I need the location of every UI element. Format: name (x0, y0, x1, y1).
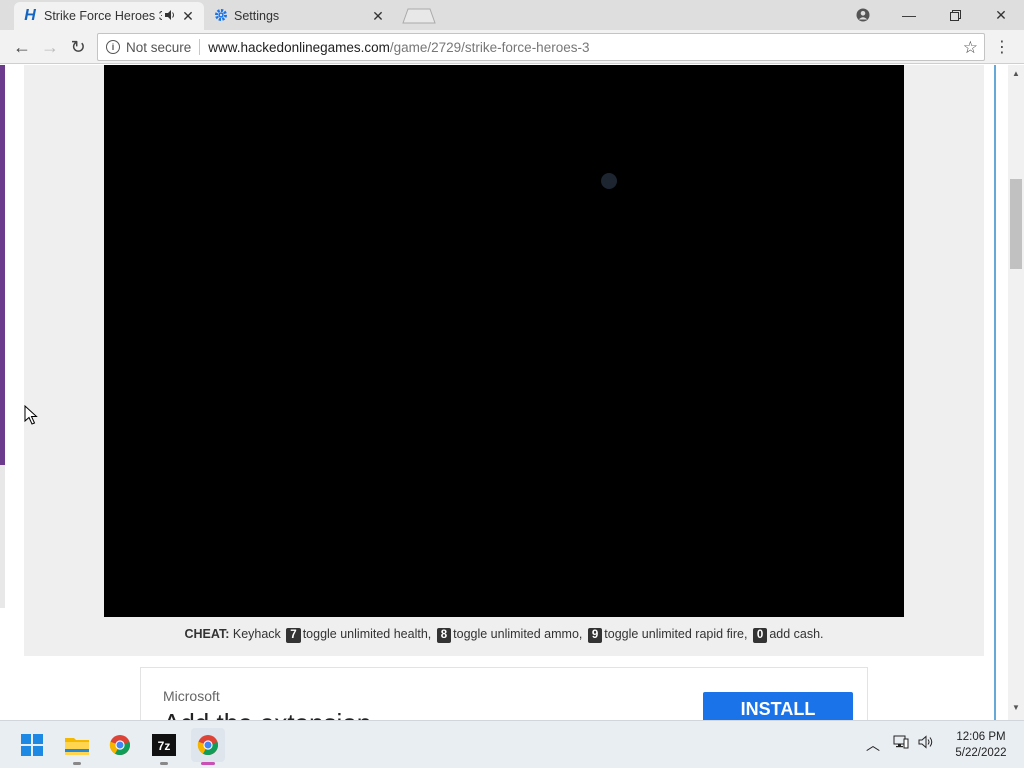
close-tab-icon[interactable]: ✕ (370, 8, 386, 25)
right-accent-strip (994, 65, 996, 720)
cheat-key: 8 (436, 628, 452, 643)
scroll-down-arrow-icon[interactable]: ▼ (1008, 703, 1024, 715)
site-favicon-icon: H (24, 7, 36, 24)
bookmark-star-icon[interactable]: ☆ (963, 38, 978, 58)
cheat-label: CHEAT: (184, 627, 230, 641)
scroll-up-arrow-icon[interactable]: ▲ (1008, 69, 1024, 81)
tab-strike-force-heroes[interactable]: H Strike Force Heroes 3 ✕ (14, 2, 204, 30)
install-button[interactable]: INSTALL (703, 692, 853, 720)
network-icon[interactable] (893, 735, 909, 752)
clock-date: 5/22/2022 (955, 747, 1007, 759)
cheat-text: add cash. (769, 627, 824, 641)
running-indicator (73, 762, 81, 765)
active-indicator (201, 762, 215, 765)
scroll-thumb[interactable] (1010, 179, 1022, 269)
close-tab-icon[interactable]: ✕ (180, 8, 196, 25)
page-viewport: CHEAT: Keyhack 7 toggle unlimited health,… (0, 65, 1024, 720)
cheat-text: toggle unlimited ammo, (453, 627, 583, 641)
new-tab-button[interactable] (402, 8, 436, 24)
gear-icon (214, 8, 228, 25)
url-path[interactable]: /game/2729/strike-force-heroes-3 (390, 40, 590, 55)
cheat-text: toggle unlimited health, (302, 627, 432, 641)
running-indicator (160, 762, 168, 765)
reload-icon[interactable]: ↻ (66, 35, 90, 59)
chrome-active-icon[interactable] (191, 728, 225, 765)
divider (199, 39, 201, 55)
system-clock[interactable]: 12:06 PM 5/22/2022 (944, 729, 1018, 761)
ad-banner[interactable]: Microsoft Add the extension INSTALL (140, 667, 868, 720)
cheat-key: 7 (286, 628, 301, 643)
windows-start-icon[interactable] (15, 728, 49, 762)
taskbar: 7z ︿ 12:06 PM 5/22/2022 (0, 720, 1024, 768)
cheat-key: 9 (587, 628, 603, 643)
show-hidden-icons-chevron-icon[interactable]: ︿ (866, 735, 880, 755)
loading-indicator (601, 173, 617, 189)
browser-toolbar: ← → ↻ i Not secure www.hackedonlinegames… (0, 30, 1024, 64)
tab-strip: H Strike Force Heroes 3 ✕ Settings ✕ — ✕ (0, 0, 1024, 30)
svg-text:7z: 7z (158, 739, 171, 753)
address-bar[interactable]: i Not secure www.hackedonlinegames.com/g… (97, 33, 985, 61)
restore-icon[interactable] (932, 0, 978, 30)
security-label[interactable]: Not secure (126, 40, 191, 55)
cheat-intro: Keyhack (232, 627, 281, 641)
7zip-icon[interactable]: 7z (147, 728, 181, 765)
side-column (5, 65, 24, 720)
forward-arrow-icon[interactable]: → (38, 35, 62, 59)
info-icon[interactable]: i (106, 40, 120, 54)
cheat-text: toggle unlimited rapid fire, (604, 627, 748, 641)
kebab-menu-icon[interactable]: ⋮ (994, 35, 1010, 59)
file-explorer-icon[interactable] (60, 728, 94, 765)
mouse-cursor-icon (24, 404, 38, 425)
close-window-icon[interactable]: ✕ (978, 0, 1024, 30)
vertical-scrollbar[interactable]: ▲ ▼ (1008, 65, 1024, 720)
game-canvas[interactable] (104, 65, 904, 617)
tab-title: Strike Force Heroes 3 (44, 9, 162, 23)
ad-headline[interactable]: Add the extension (163, 708, 371, 720)
clock-time: 12:06 PM (956, 731, 1006, 743)
chrome-icon[interactable] (103, 728, 137, 762)
profile-icon[interactable] (840, 0, 886, 30)
cheat-instructions: CHEAT: Keyhack 7 toggle unlimited health,… (24, 627, 984, 643)
ad-brand: Microsoft (163, 688, 220, 704)
speaker-icon[interactable] (162, 9, 178, 24)
tab-title: Settings (234, 9, 280, 23)
cheat-key: 0 (752, 628, 768, 643)
tab-settings[interactable]: Settings ✕ (206, 2, 394, 30)
url-host[interactable]: www.hackedonlinegames.com (208, 40, 390, 55)
volume-icon[interactable] (918, 735, 934, 752)
back-arrow-icon[interactable]: ← (10, 35, 34, 59)
minimize-icon[interactable]: — (886, 0, 932, 30)
